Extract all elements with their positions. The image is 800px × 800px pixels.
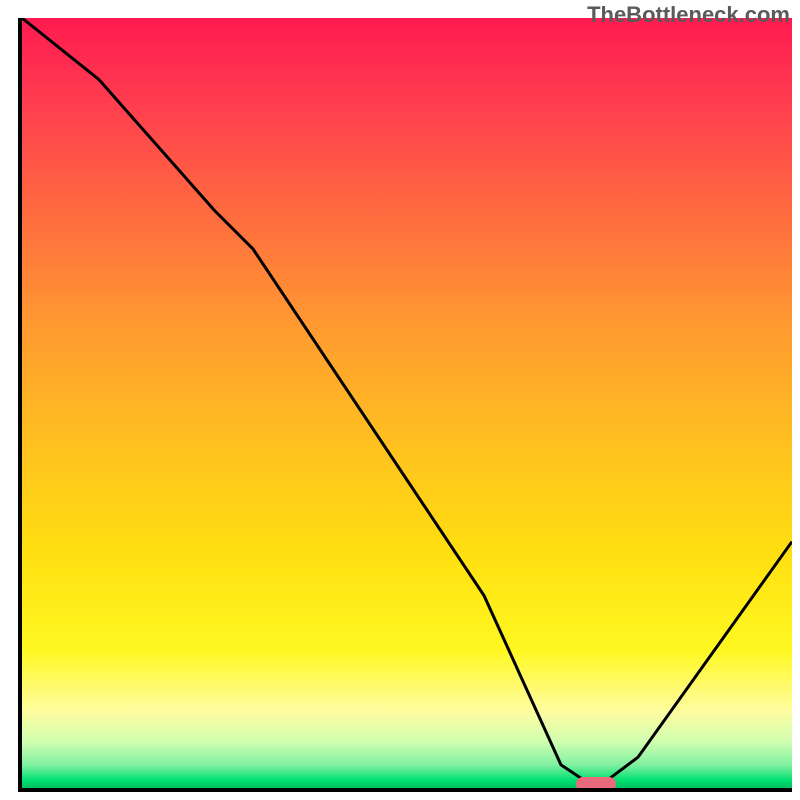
chart-container: TheBottleneck.com [0,0,800,800]
curve-svg [22,18,792,788]
optimum-marker [576,777,616,791]
watermark-text: TheBottleneck.com [587,2,790,28]
plot-area [18,18,792,792]
bottleneck-curve [22,18,792,780]
